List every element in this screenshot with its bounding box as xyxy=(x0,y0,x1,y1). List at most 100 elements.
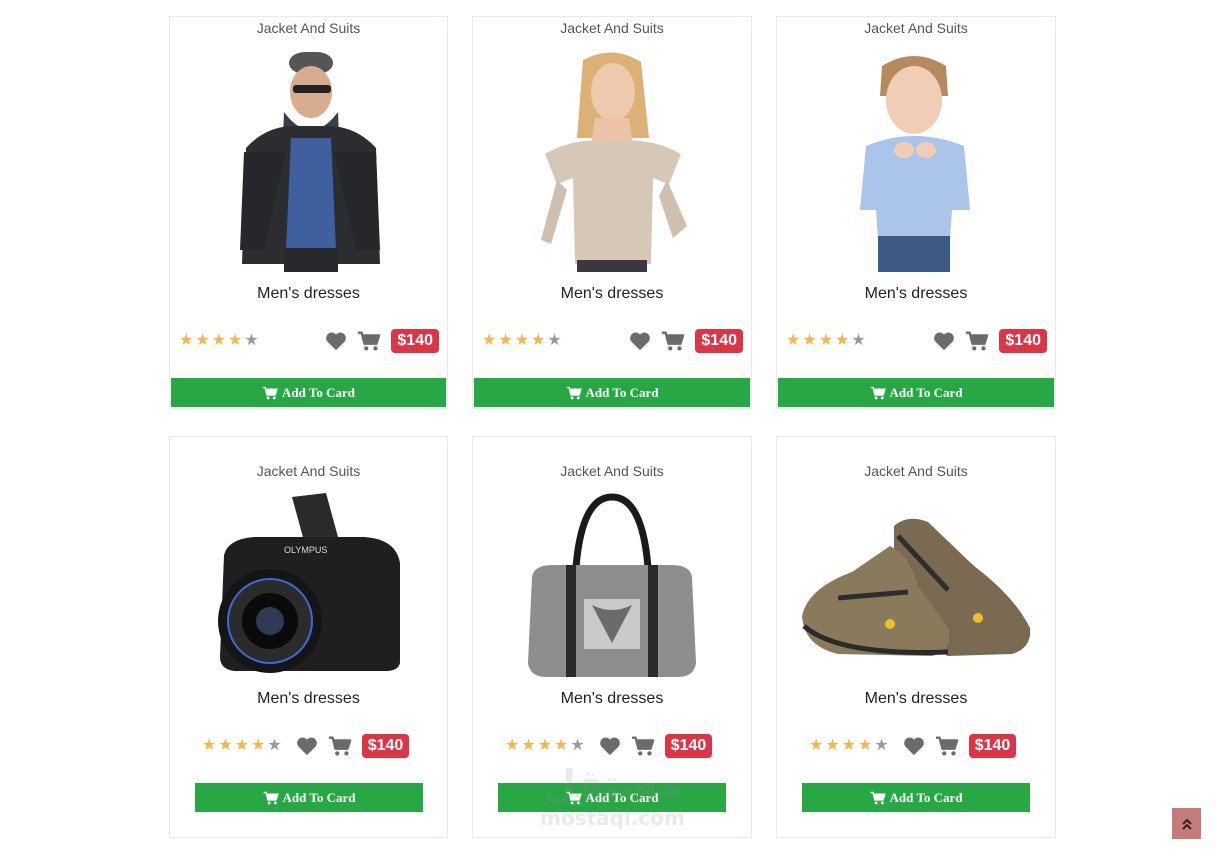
product-category: Jacket And Suits xyxy=(256,463,361,479)
star-icon: ★ xyxy=(547,332,562,349)
product-category: Jacket And Suits xyxy=(560,463,664,479)
button-label: Add To Card xyxy=(282,384,355,400)
star-icon: ★ xyxy=(251,737,266,754)
product-meta: ★ ★ ★ ★ ★ $140 xyxy=(482,329,743,353)
cart-icon[interactable] xyxy=(661,330,685,352)
cart-icon xyxy=(262,386,278,399)
product-category: Jacket And Suits xyxy=(864,463,968,479)
product-title: Men's dresses xyxy=(257,285,360,302)
product-title: Men's dresses xyxy=(864,690,968,707)
heart-icon[interactable] xyxy=(599,736,621,756)
rating-stars: ★ ★ ★ ★ ★ xyxy=(809,738,889,754)
heart-icon[interactable] xyxy=(933,331,955,351)
button-label: Add To Card xyxy=(585,789,659,805)
add-to-cart-button[interactable]: Add To Card xyxy=(498,783,726,812)
add-to-cart-button[interactable]: Add To Card xyxy=(802,783,1030,812)
product-meta: ★ ★ ★ ★ ★ $140 xyxy=(786,329,1047,353)
star-icon: ★ xyxy=(218,737,233,754)
cart-icon[interactable] xyxy=(935,735,959,757)
add-to-cart-button[interactable]: Add To Card xyxy=(195,783,423,812)
cart-icon xyxy=(263,791,279,804)
button-label: Add To Card xyxy=(282,789,356,805)
product-image[interactable] xyxy=(777,491,1055,681)
shoes-image xyxy=(802,518,1031,656)
product-image[interactable] xyxy=(473,49,751,273)
star-icon: ★ xyxy=(195,332,210,349)
product-card: Jacket And Suits Men's dresses ★ ★ ★ ★ ★… xyxy=(472,436,752,838)
star-icon: ★ xyxy=(858,737,873,754)
star-icon: ★ xyxy=(809,737,824,754)
star-icon: ★ xyxy=(179,332,194,349)
product-card: Jacket And Suits OLYMPUS Men's dresses ★… xyxy=(169,436,448,838)
product-card: Jacket And Suits Men's dresses ★ ★ ★ ★ ★… xyxy=(776,436,1056,838)
product-meta: ★ ★ ★ ★ ★ $140 xyxy=(202,734,410,758)
product-category: Jacket And Suits xyxy=(256,20,361,36)
star-icon: ★ xyxy=(202,737,217,754)
heart-icon[interactable] xyxy=(903,736,925,756)
star-icon: ★ xyxy=(835,332,850,349)
star-icon: ★ xyxy=(505,737,520,754)
product-image[interactable] xyxy=(170,49,447,273)
rating-stars: ★ ★ ★ ★ ★ xyxy=(179,333,259,349)
double-chevron-up-icon xyxy=(1181,818,1192,830)
price-badge: $140 xyxy=(361,734,410,758)
rating-stars: ★ ★ ★ ★ ★ xyxy=(786,333,866,349)
product-category: Jacket And Suits xyxy=(560,20,664,36)
product-title: Men's dresses xyxy=(560,690,664,707)
star-icon: ★ xyxy=(537,737,553,754)
price-badge: $140 xyxy=(664,734,713,758)
star-icon: ★ xyxy=(554,737,569,754)
cart-icon xyxy=(870,791,886,804)
product-meta: ★ ★ ★ ★ ★ $140 xyxy=(505,734,713,758)
handbag-image xyxy=(528,493,696,677)
star-icon: ★ xyxy=(802,332,817,349)
cart-icon[interactable] xyxy=(357,330,381,352)
product-meta: ★ ★ ★ ★ ★ $140 xyxy=(179,329,439,353)
woman-in-sweater-image xyxy=(541,52,687,272)
cart-icon xyxy=(566,791,582,804)
heart-icon[interactable] xyxy=(325,331,347,351)
star-icon: ★ xyxy=(786,332,801,349)
add-to-cart-button[interactable]: Add To Card xyxy=(171,378,446,407)
rating-stars: ★ ★ ★ ★ ★ xyxy=(202,738,282,754)
cart-icon[interactable] xyxy=(631,735,655,757)
scroll-to-top-button[interactable] xyxy=(1172,808,1201,839)
product-category: Jacket And Suits xyxy=(864,20,968,36)
star-icon: ★ xyxy=(825,737,840,754)
product-title: Men's dresses xyxy=(257,690,360,707)
product-title: Men's dresses xyxy=(560,285,664,302)
price-badge: $140 xyxy=(391,329,439,353)
price-badge: $140 xyxy=(695,329,743,353)
button-label: Add To Card xyxy=(585,384,659,400)
cart-icon[interactable] xyxy=(965,330,989,352)
star-icon: ★ xyxy=(498,332,513,349)
product-image[interactable] xyxy=(473,491,751,681)
product-image[interactable] xyxy=(777,49,1055,273)
cart-icon[interactable] xyxy=(328,735,352,757)
cart-icon xyxy=(870,386,886,399)
star-icon: ★ xyxy=(482,332,497,349)
star-icon: ★ xyxy=(267,737,282,754)
star-icon: ★ xyxy=(851,332,866,349)
cart-icon xyxy=(566,386,582,399)
man-in-leather-jacket-image xyxy=(239,52,380,272)
add-to-cart-button[interactable]: Add To Card xyxy=(778,378,1054,407)
button-label: Add To Card xyxy=(889,789,963,805)
star-icon: ★ xyxy=(228,332,243,349)
svg-text:OLYMPUS: OLYMPUS xyxy=(284,545,327,555)
star-icon: ★ xyxy=(211,332,227,349)
star-icon: ★ xyxy=(531,332,546,349)
price-badge: $140 xyxy=(968,734,1017,758)
product-image[interactable]: OLYMPUS xyxy=(170,491,447,681)
rating-stars: ★ ★ ★ ★ ★ xyxy=(505,738,585,754)
heart-icon[interactable] xyxy=(629,331,651,351)
add-to-cart-button[interactable]: Add To Card xyxy=(474,378,750,407)
heart-icon[interactable] xyxy=(296,736,318,756)
star-icon: ★ xyxy=(514,332,530,349)
star-icon: ★ xyxy=(570,737,585,754)
boy-in-blue-shirt-image xyxy=(860,56,970,272)
star-icon: ★ xyxy=(818,332,834,349)
camera-image: OLYMPUS xyxy=(217,493,400,673)
button-label: Add To Card xyxy=(889,384,963,400)
star-icon: ★ xyxy=(841,737,857,754)
